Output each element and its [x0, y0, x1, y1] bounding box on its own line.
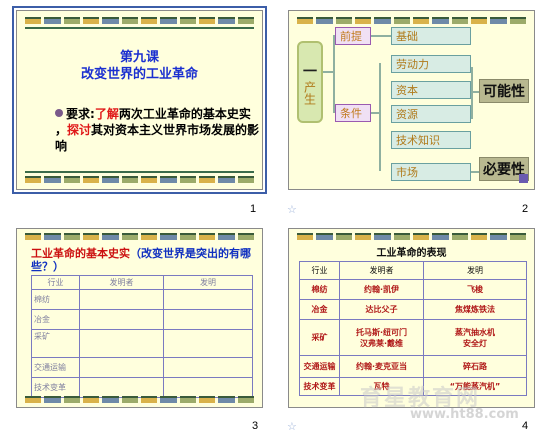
decorative-border-top — [25, 233, 254, 240]
transition-star-icon: ☆ — [287, 420, 297, 433]
decorative-border-top — [297, 233, 526, 240]
table-row: 冶金 — [31, 309, 253, 330]
table-header: 行业 — [299, 261, 340, 280]
slide-title: 第九课 改变世界的工业革命 — [17, 49, 262, 83]
keyword-understand: 了解 — [94, 107, 119, 121]
connector-line — [379, 63, 381, 171]
table-cell: 技术变革 — [299, 377, 340, 396]
table-cell: 交通运输 — [299, 355, 340, 378]
connector-line — [371, 35, 391, 37]
slide-title: 工业革命的基本史实（改变世界是突出的有哪些？） — [31, 247, 262, 273]
decorative-line-bottom — [25, 171, 254, 173]
producer-box: 一 产生 — [297, 41, 323, 123]
item-technology: 技术知识 — [391, 131, 471, 149]
table-row: 棉纺 — [31, 289, 253, 310]
table-cell: 棉纺 — [299, 279, 340, 300]
decorative-border-top — [25, 17, 254, 24]
slide-number: 3 — [252, 420, 259, 432]
table-cell: 蒸汽抽水机 安全灯 — [423, 319, 527, 356]
table-cell: 采矿 — [299, 319, 340, 356]
table-header: 行业 — [31, 275, 80, 290]
decorative-border-bottom — [25, 176, 254, 183]
slide-thumbnail-2[interactable]: 一 产生 前提 条件 基础 劳动力 资本 资源 技术知识 市场 可能性 必要性 — [288, 10, 535, 190]
table-header: 发明者 — [79, 275, 164, 290]
table-cell: 棉纺 — [31, 289, 80, 310]
table-cell: 飞梭 — [423, 279, 527, 300]
possibility-box: 可能性 — [479, 79, 529, 103]
table-header: 发明 — [163, 275, 253, 290]
table-cell: 冶金 — [299, 299, 340, 320]
connector-line — [471, 67, 473, 119]
lesson-title: 改变世界的工业革命 — [80, 67, 198, 82]
item-capital: 资本 — [391, 81, 471, 99]
table-cell: 达比父子 — [339, 299, 424, 320]
decorative-border-top — [297, 17, 526, 24]
table-row: 冶金 达比父子 焦煤炼铁法 — [299, 299, 527, 320]
slide-body: 要求:了解两次工业革命的基本史实 ，探讨其对资本主义世界市场发展的影响 — [55, 106, 260, 154]
lesson-number: 第九课 — [119, 50, 159, 65]
title-main: 工业革命的基本史实 — [31, 247, 130, 260]
slide-thumbnail-1[interactable]: 第九课 改变世界的工业革命 要求:了解两次工业革命的基本史实 ，探讨其对资本主义… — [12, 6, 267, 194]
table-header: 发明者 — [339, 261, 424, 280]
connector-line — [333, 35, 335, 113]
table-cell: 约翰·麦克亚当 — [339, 355, 424, 378]
slide-number: 2 — [522, 203, 529, 215]
table-cell: 采矿 — [31, 329, 80, 358]
table-row: 棉纺 约翰·凯伊 飞梭 — [299, 279, 527, 300]
decorative-line-top — [25, 27, 254, 29]
table-row: 交通运输 — [31, 357, 253, 378]
bullet-icon — [55, 109, 63, 117]
table-cell: 约翰·凯伊 — [339, 279, 424, 300]
table-cell: 托马斯·纽可门 汉弗莱·戴维 — [339, 319, 424, 356]
inventions-table: 行业 发明者 发明 棉纺 约翰·凯伊 飞梭 冶金 达比父子 焦煤炼铁法 采矿 托… — [299, 261, 527, 396]
table-cell: 交通运输 — [31, 357, 80, 378]
slide-title: 工业革命的表现 — [376, 248, 447, 259]
keyword-explore: 探讨 — [67, 123, 92, 137]
navigation-icon — [519, 174, 528, 183]
table-header-row: 行业 发明者 发明 — [31, 275, 253, 290]
table-row: 采矿 托马斯·纽可门 汉弗莱·戴维 蒸汽抽水机 安全灯 — [299, 319, 527, 356]
decorative-border-bottom — [25, 396, 254, 403]
premise-box: 前提 — [335, 27, 371, 45]
slide-number: 4 — [522, 420, 529, 432]
table-header-row: 行业 发明者 发明 — [299, 261, 527, 280]
table-cell: 碎石路 — [423, 355, 527, 378]
table-row: 采矿 — [31, 329, 253, 358]
table-row: 技术变革 — [31, 377, 253, 398]
item-market: 市场 — [391, 163, 471, 181]
table-cell: 冶金 — [31, 309, 80, 330]
watermark-url: www.ht88.com — [410, 407, 519, 422]
slide-number: 1 — [250, 203, 257, 215]
table-header: 发明 — [423, 261, 527, 280]
table-cell: 焦煤炼铁法 — [423, 299, 527, 320]
condition-box: 条件 — [335, 104, 371, 122]
table-row: 交通运输 约翰·麦克亚当 碎石路 — [299, 355, 527, 378]
item-resources: 资源 — [391, 105, 471, 123]
producer-label: 产生 — [302, 81, 317, 105]
facts-table: 行业 发明者 发明 棉纺 冶金 采矿 交通运输 技术变革 — [31, 275, 253, 398]
transition-star-icon: ☆ — [287, 203, 297, 216]
requirement-label: 要求: — [66, 107, 95, 121]
item-labor: 劳动力 — [391, 55, 471, 73]
item-foundation: 基础 — [391, 27, 471, 45]
slide-thumbnail-3[interactable]: 工业革命的基本史实（改变世界是突出的有哪些？） 行业 发明者 发明 棉纺 冶金 … — [16, 228, 263, 408]
table-cell: 技术变革 — [31, 377, 80, 398]
